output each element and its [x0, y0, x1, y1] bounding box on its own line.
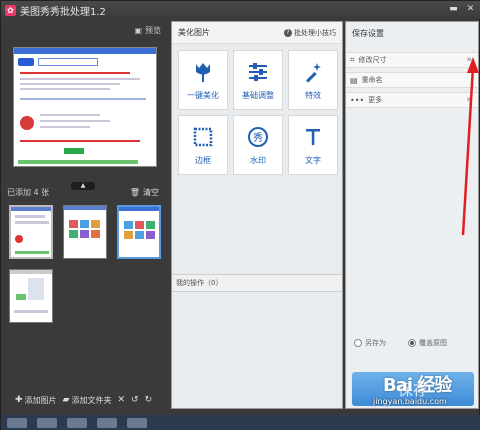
more-icon: •••	[350, 95, 365, 105]
radio-dot	[408, 339, 416, 347]
minimize-icon[interactable]: ▬	[447, 3, 460, 16]
watermark-text: Bai 经验	[383, 375, 452, 396]
add-image-label: 添加图片	[24, 395, 57, 405]
option-label: 重命名	[361, 76, 383, 84]
taskbar-item[interactable]	[37, 418, 57, 428]
option-more[interactable]: ••• 更多 »	[346, 92, 478, 108]
thumbnail-item[interactable]	[9, 205, 53, 259]
option-resize[interactable]: ⌗ 修改尺寸 »	[346, 52, 478, 68]
tool-label: 基础调整	[242, 90, 274, 100]
radio-overwrite[interactable]: 覆盖原图	[408, 338, 447, 348]
watermark-seal-icon: 秀	[246, 125, 270, 149]
radio-label: 覆盖原图	[419, 339, 447, 347]
tool-watermark[interactable]: 秀 水印	[233, 115, 283, 175]
my-operations-bar: 我的操作（0）	[172, 274, 342, 292]
tool-border[interactable]: 边框	[178, 115, 228, 175]
question-icon: ?	[284, 28, 292, 37]
clear-label: 清空	[143, 188, 159, 197]
collapse-arrow-icon[interactable]: ▲	[71, 182, 95, 190]
tool-text[interactable]: 文字	[288, 115, 338, 175]
folder-icon: ▰	[62, 395, 70, 405]
chevron-double-icon: »	[466, 55, 472, 65]
tool-label: 一键美化	[187, 90, 219, 100]
plus-icon: ✚	[15, 395, 23, 405]
text-t-icon	[301, 125, 325, 149]
taskbar-item[interactable]	[97, 418, 117, 428]
image-list-panel: ▣ 预览 ▲ 已添加 4 张 🗑 清空 ✚ 添加图片 ▰ 添加文件夹 ✕ ↺ ↻	[1, 19, 169, 411]
tool-one-click-beautify[interactable]: 一键美化	[178, 50, 228, 110]
close-icon[interactable]: ✕	[464, 3, 477, 16]
tool-label: 边框	[195, 155, 211, 165]
taskbar-item[interactable]	[67, 418, 87, 428]
delete-icon[interactable]: ✕	[117, 395, 125, 405]
add-folder-label: 添加文件夹	[71, 395, 112, 405]
chevron-double-icon: »	[466, 95, 472, 105]
window-title: 美图秀秀批处理1.2	[20, 6, 106, 18]
tool-label: 文字	[305, 155, 321, 165]
svg-text:秀: 秀	[253, 132, 263, 144]
preview-label: 预览	[145, 26, 161, 35]
image-count-label: 已添加 4 张	[7, 188, 50, 197]
radio-save-as[interactable]: 另存为	[354, 338, 386, 348]
radio-dot	[354, 339, 362, 347]
option-label: 修改尺寸	[358, 56, 387, 64]
left-toolbar: ✚ 添加图片 ▰ 添加文件夹 ✕ ↺ ↻	[1, 389, 169, 411]
preview-button[interactable]: ▣ 预览	[134, 25, 161, 36]
tool-effects[interactable]: 特效	[288, 50, 338, 110]
save-settings-title: 保存设置	[352, 29, 384, 38]
taskbar-item[interactable]	[7, 418, 27, 428]
thumbnail-item[interactable]	[117, 205, 161, 259]
help-link[interactable]: ? 批处理小技巧	[284, 28, 336, 38]
tool-basic-adjust[interactable]: 基础调整	[233, 50, 283, 110]
thumbnail-item[interactable]	[63, 205, 107, 259]
tool-label: 特效	[305, 90, 321, 100]
tulip-icon	[191, 60, 215, 84]
rotate-left-icon[interactable]: ↺	[131, 395, 139, 405]
help-label: 批处理小技巧	[294, 28, 336, 37]
app-window: ✿ 美图秀秀批处理1.2 ▬ ✕ ▣ 预览 ▲ 已添加 4 张 🗑 清空 ✚ 添…	[0, 0, 480, 430]
radio-label: 另存为	[365, 339, 386, 347]
beautify-header: 美化图片 ? 批处理小技巧	[172, 22, 342, 44]
baidu-watermark: Bai 经验	[383, 371, 452, 397]
save-settings-panel: 保存设置 ⌗ 修改尺寸 » ▤ 重命名 ••• 更多 » 另存为 覆盖原图 保存	[345, 21, 479, 409]
thumbnail-item[interactable]	[9, 269, 53, 323]
add-folder-button[interactable]: ▰ 添加文件夹	[63, 395, 112, 406]
clear-button[interactable]: 🗑 清空	[130, 187, 159, 198]
option-rename[interactable]: ▤ 重命名	[346, 72, 478, 88]
watermark-url: jingyan.baidu.com	[373, 397, 447, 406]
resize-icon: ⌗	[350, 55, 355, 64]
preview-image	[13, 47, 157, 167]
tool-label: 水印	[250, 155, 266, 165]
sliders-icon	[246, 60, 270, 84]
trash-icon: 🗑	[129, 188, 140, 197]
preview-icon: ▣	[134, 26, 142, 35]
option-label: 更多	[368, 96, 383, 104]
magic-wand-icon	[301, 60, 325, 84]
beautify-panel: 美化图片 ? 批处理小技巧 一键美化 基础调整 特效 边框 秀 水印 文字 我的…	[171, 21, 343, 409]
taskbar-item[interactable]	[127, 418, 147, 428]
save-mode-radios: 另存为 覆盖原图	[354, 338, 447, 348]
add-image-button[interactable]: ✚ 添加图片	[15, 395, 57, 406]
my-operations-label: 我的操作（0）	[176, 279, 223, 287]
stamp-frame-icon	[191, 125, 215, 149]
beautify-title: 美化图片	[178, 28, 210, 37]
rename-icon: ▤	[350, 75, 358, 85]
title-bar: ✿ 美图秀秀批处理1.2 ▬ ✕	[1, 1, 480, 19]
taskbar	[1, 415, 480, 430]
rotate-right-icon[interactable]: ↻	[145, 395, 153, 405]
tool-grid: 一键美化 基础调整 特效 边框 秀 水印 文字	[178, 50, 338, 175]
app-logo-icon: ✿	[5, 4, 16, 16]
